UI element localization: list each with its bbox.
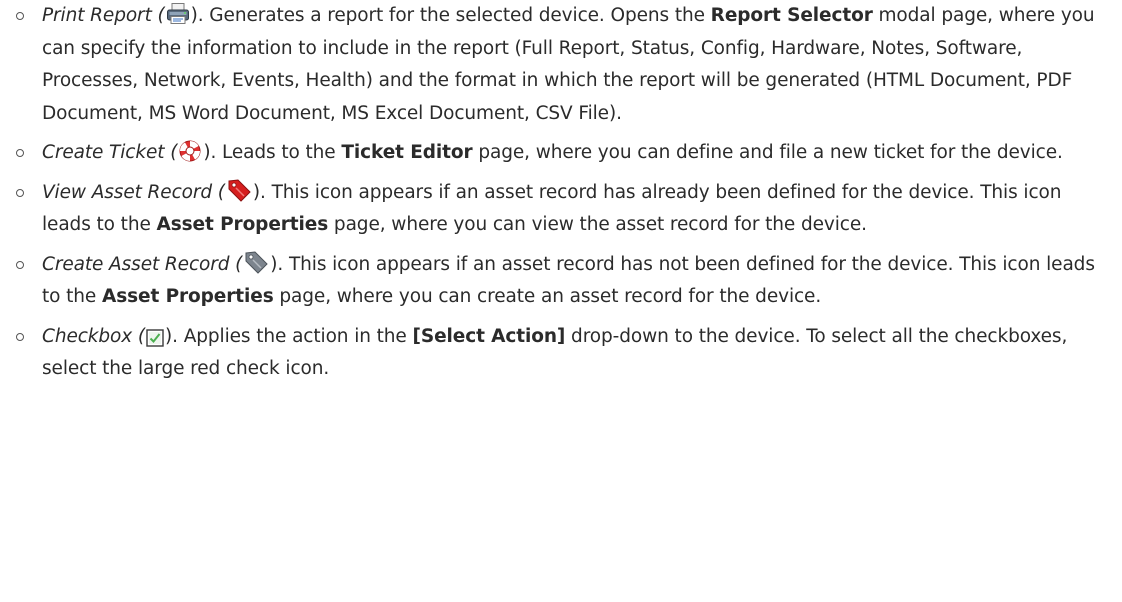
bullet-marker (16, 188, 24, 197)
item-term-close: ). Generates a report for the selected d… (190, 5, 711, 26)
item-term: Checkbox ( (42, 325, 146, 347)
item-description: page, where you can define and file a ne… (472, 142, 1063, 163)
checkbox-icon (146, 328, 164, 347)
list-item-create-ticket: Create Ticket ( ). Leads to the Ticket E… (0, 137, 1122, 170)
item-term-close: ). Applies the action in the (165, 325, 413, 347)
asset-properties-label: Asset Properties (156, 214, 329, 235)
item-term-close: ). Leads to the (203, 142, 342, 163)
item-term: Create Ticket ( (42, 142, 178, 163)
list-item-create-asset-record: Create Asset Record ( ). This icon appea… (0, 249, 1122, 314)
item-term: Create Asset Record ( (42, 253, 243, 275)
printer-icon (166, 2, 190, 26)
icon-description-list: Print Report ( ). Generates a report for… (0, 0, 1122, 386)
list-item-checkbox: Checkbox ( ). Applies the action in the … (0, 321, 1122, 386)
document-body: Print Report ( ). Generates a report for… (0, 0, 1122, 386)
item-description: page, where you can view the asset recor… (328, 214, 867, 235)
gray-tag-icon (243, 249, 269, 275)
bullet-marker (16, 332, 24, 341)
report-selector-label: Report Selector (710, 5, 873, 26)
item-term: View Asset Record ( (42, 181, 225, 203)
item-term: Print Report ( (42, 5, 165, 26)
select-action-label: [Select Action] (412, 325, 566, 347)
red-tag-icon (226, 177, 252, 203)
bullet-marker (16, 149, 24, 157)
ticket-editor-label: Ticket Editor (341, 142, 473, 163)
list-item-print-report: Print Report ( ). Generates a report for… (0, 0, 1122, 130)
bullet-marker (16, 260, 24, 269)
list-item-view-asset-record: View Asset Record ( ). This icon appears… (0, 177, 1122, 242)
asset-properties-label: Asset Properties (102, 286, 274, 307)
bullet-marker (16, 12, 24, 20)
item-description: page, where you can create an asset reco… (273, 286, 822, 307)
lifebuoy-icon (178, 139, 202, 163)
